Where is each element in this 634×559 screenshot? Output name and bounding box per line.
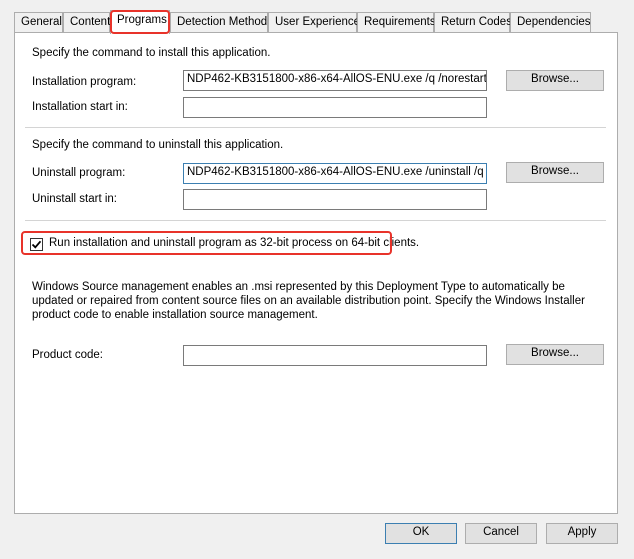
tab-label: Detection Method — [177, 16, 268, 28]
uninstall-program-input[interactable]: NDP462-KB3151800-x86-x64-AllOS-ENU.exe /… — [183, 163, 487, 184]
installation-browse-button[interactable]: Browse... — [506, 70, 604, 91]
installation-start-in-label: Installation start in: — [32, 101, 128, 113]
installation-program-label: Installation program: — [32, 76, 137, 88]
tab-label: General — [21, 16, 62, 28]
tab-dependencies[interactable]: Dependencies — [510, 12, 591, 33]
programs-panel: Specify the command to install this appl… — [14, 32, 618, 514]
installation-program-input[interactable]: NDP462-KB3151800-x86-x64-AllOS-ENU.exe /… — [183, 70, 487, 91]
installation-start-in-input[interactable] — [183, 97, 487, 118]
tab-label: Return Codes — [441, 16, 512, 28]
tab-detection-method[interactable]: Detection Method — [170, 12, 268, 33]
apply-button[interactable]: Apply — [546, 523, 618, 544]
tab-programs[interactable]: Programs — [110, 10, 170, 34]
divider — [25, 220, 606, 221]
cancel-button[interactable]: Cancel — [465, 523, 537, 544]
install-heading: Specify the command to install this appl… — [32, 47, 271, 59]
tab-content[interactable]: Content — [63, 12, 110, 33]
tab-general[interactable]: General — [14, 12, 63, 33]
product-code-input[interactable] — [183, 345, 487, 366]
run-32bit-checkbox[interactable] — [30, 238, 43, 251]
tab-user-experience[interactable]: User Experience — [268, 12, 361, 33]
run-32bit-label[interactable]: Run installation and uninstall program a… — [49, 237, 419, 249]
tab-label: Content — [70, 16, 111, 28]
uninstall-heading: Specify the command to uninstall this ap… — [32, 139, 284, 151]
tab-requirements[interactable]: Requirements — [357, 12, 436, 33]
uninstall-start-in-input[interactable] — [183, 189, 487, 210]
uninstall-start-in-label: Uninstall start in: — [32, 193, 118, 205]
checkmark-icon — [31, 240, 42, 249]
uninstall-program-label: Uninstall program: — [32, 167, 126, 179]
source-management-description: Windows Source management enables an .ms… — [32, 281, 585, 321]
tab-label: Programs — [117, 14, 167, 26]
product-code-browse-button[interactable]: Browse... — [506, 344, 604, 365]
tab-label: User Experience — [275, 16, 361, 28]
ok-button[interactable]: OK — [385, 523, 457, 544]
uninstall-browse-button[interactable]: Browse... — [506, 162, 604, 183]
tab-label: Dependencies — [517, 16, 591, 28]
divider — [25, 127, 606, 128]
tab-return-codes[interactable]: Return Codes — [434, 12, 512, 33]
tab-label: Requirements — [364, 16, 436, 28]
product-code-label: Product code: — [32, 349, 103, 361]
